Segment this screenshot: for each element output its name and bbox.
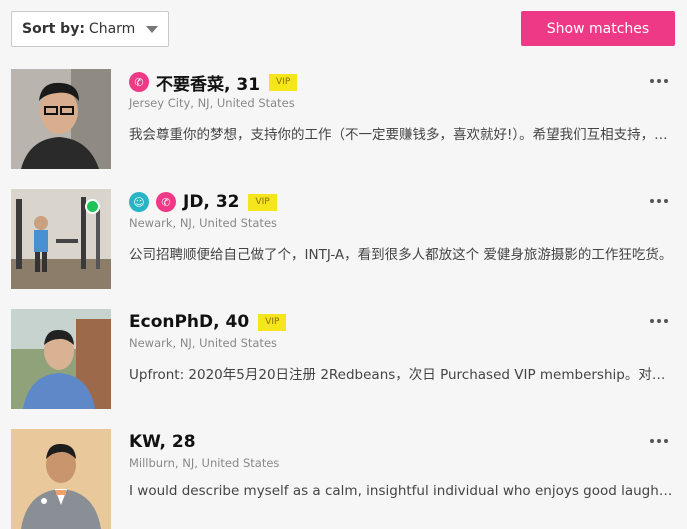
profile-card[interactable]: ✆ 不要香菜, 31 VIP Jersey City, NJ, United S… [0,69,687,169]
profile-bio: I would describe myself as a calm, insig… [129,483,673,499]
profile-location: Newark, NJ, United States [129,336,278,350]
profile-card[interactable]: ☺ ✆ JD, 32 VIP Newark, NJ, United States… [0,189,687,289]
profile-name-age[interactable]: EconPhD, 40 [129,312,249,332]
phone-badge-icon: ✆ [156,192,176,212]
more-options-icon[interactable] [650,199,668,203]
sort-value: Charm [88,21,136,37]
sort-label: Sort by: [22,21,85,37]
profile-bio: 我会尊重你的梦想，支持你的工作（不一定要赚钱多，喜欢就好!）。希望我们互相支持，… [129,127,673,143]
more-options-icon[interactable] [650,439,668,443]
sort-dropdown[interactable]: Sort by: Charm [11,11,169,47]
profile-header: EconPhD, 40 VIP [129,311,287,333]
more-options-icon[interactable] [650,319,668,323]
phone-badge-icon: ✆ [129,72,149,92]
profile-name-age[interactable]: KW, 28 [129,432,196,452]
profile-header: ☺ ✆ JD, 32 VIP [129,191,277,213]
profile-photo[interactable] [11,309,111,409]
more-options-icon[interactable] [650,79,668,83]
profile-location: Millburn, NJ, United States [129,456,280,470]
face-badge-icon: ☺ [129,192,149,212]
profile-photo[interactable] [11,69,111,169]
vip-badge: VIP [269,73,298,91]
profile-card[interactable]: EconPhD, 40 VIP Newark, NJ, United State… [0,309,687,409]
online-indicator [85,199,100,214]
profile-photo[interactable] [11,429,111,529]
show-matches-button[interactable]: Show matches [521,11,675,46]
profile-card[interactable]: KW, 28 Millburn, NJ, United States I wou… [0,429,687,529]
profile-header: KW, 28 [129,431,196,453]
chevron-down-icon [146,26,158,33]
profile-header: ✆ 不要香菜, 31 VIP [129,70,298,95]
profile-name-age[interactable]: JD, 32 [183,192,239,212]
profile-location: Newark, NJ, United States [129,216,278,230]
vip-badge: VIP [248,193,277,211]
toolbar: Sort by: Charm Show matches [0,0,687,60]
profile-location: Jersey City, NJ, United States [129,96,295,110]
profile-name-age[interactable]: 不要香菜, 31 [156,70,260,95]
profile-bio: 公司招聘顺便给自己做了个，INTJ-A，看到很多人都放这个 爱健身旅游摄影的工作… [129,247,673,263]
vip-badge: VIP [258,313,287,331]
profile-bio: Upfront: 2020年5月20日注册 2Redbeans，次日 Purch… [129,367,673,383]
